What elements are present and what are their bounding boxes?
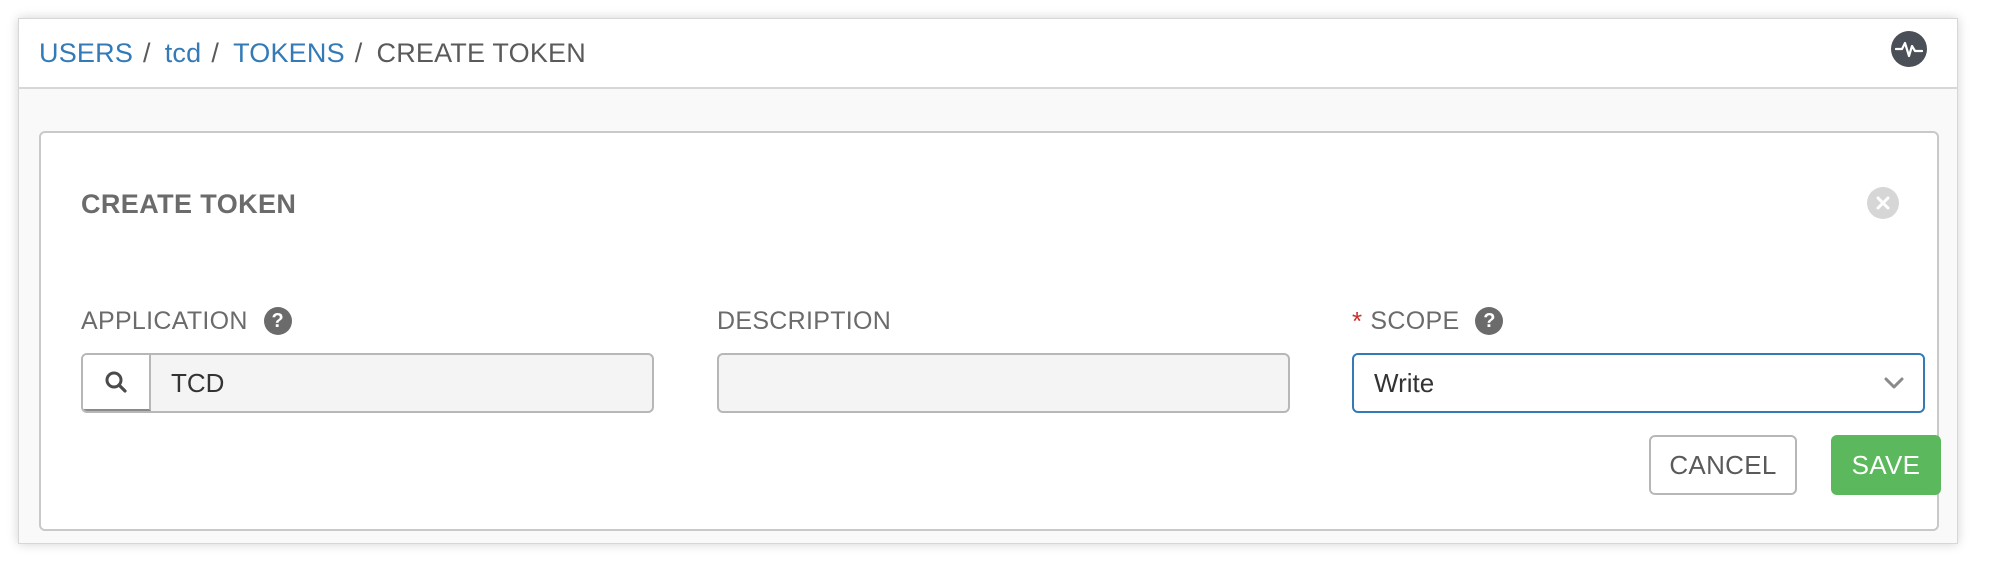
breadcrumb-separator: / [211,37,220,68]
breadcrumb-separator: / [143,37,151,68]
description-label-row: DESCRIPTION [717,303,1290,339]
top-bar: USERS / tcd / TOKENS / CREATE TOKEN [19,19,1957,89]
magnifier-glyph [105,371,127,393]
application-help-icon[interactable]: ? [263,307,292,335]
application-field: APPLICATION ? TCD [81,303,654,413]
create-token-panel: CREATE TOKEN APPLICATION ? TCD DESCRIPTI… [39,131,1941,531]
cancel-button[interactable]: CANCEL [1649,435,1797,495]
activity-stream-icon[interactable] [1891,31,1927,67]
breadcrumb-separator: / [354,37,363,68]
application-label-row: APPLICATION ? [81,303,654,339]
scope-label: SCOPE [1370,306,1460,335]
breadcrumb-users-link[interactable]: USERS [39,38,133,69]
scope-field: * SCOPE ? Write [1352,303,1925,413]
breadcrumb-user-link[interactable]: tcd [165,38,202,69]
scope-select[interactable]: Write [1352,353,1925,413]
description-input[interactable] [717,353,1290,413]
scope-selected-value: Write [1374,367,1435,398]
save-button[interactable]: SAVE [1831,435,1941,495]
close-x-glyph [1876,196,1890,210]
breadcrumb-current: CREATE TOKEN [376,37,586,68]
description-field: DESCRIPTION [717,303,1290,413]
chevron-down-icon [1884,377,1904,389]
search-icon[interactable] [83,355,151,411]
app-window: USERS / tcd / TOKENS / CREATE TOKEN CREA… [18,18,1958,544]
application-label: APPLICATION [81,306,248,335]
application-input[interactable]: TCD [151,355,652,411]
required-asterisk: * [1352,305,1363,336]
scope-label-row: * SCOPE ? [1352,303,1925,339]
description-label: DESCRIPTION [717,306,892,335]
breadcrumb-tokens-link[interactable]: TOKENS [233,38,345,69]
panel-title: CREATE TOKEN [81,189,297,219]
breadcrumb: USERS / tcd / TOKENS / CREATE TOKEN [39,19,586,87]
scope-help-icon[interactable]: ? [1475,307,1504,335]
close-icon[interactable] [1867,187,1899,219]
pulse-icon [1895,41,1923,58]
application-lookup: TCD [81,353,654,413]
